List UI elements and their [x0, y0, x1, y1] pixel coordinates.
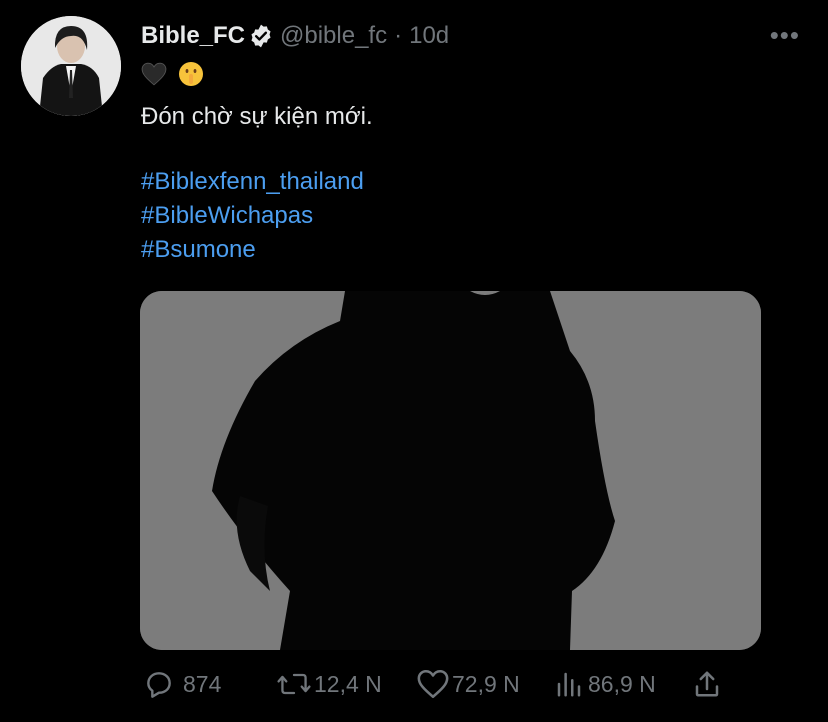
tweet-header: Bible_FC @bible_fc · 10d	[141, 18, 449, 54]
like-count: 72,9 N	[452, 670, 520, 697]
retweet-icon	[276, 668, 312, 700]
emoji-row: 🖤 🤫	[141, 60, 205, 88]
author-handle[interactable]: @bible_fc	[280, 22, 387, 50]
like-icon	[416, 668, 450, 700]
avatar[interactable]	[21, 16, 121, 116]
share-button[interactable]	[692, 668, 722, 700]
reply-icon	[143, 668, 175, 700]
shushing-face-icon	[179, 62, 203, 86]
retweet-button[interactable]: 12,4 N	[276, 668, 382, 700]
verified-badge-icon	[248, 23, 274, 49]
reply-button[interactable]: 874	[143, 668, 221, 700]
silhouette-image	[140, 291, 761, 650]
tweet-media-image[interactable]	[140, 291, 761, 650]
share-icon	[692, 668, 722, 700]
views-icon	[554, 668, 584, 700]
hashtag-link[interactable]: #Bsumone	[141, 233, 364, 267]
hashtag-link[interactable]: #BibleWichapas	[141, 199, 364, 233]
hashtag-list: #Biblexfenn_thailand #BibleWichapas #Bsu…	[141, 165, 364, 267]
views-button[interactable]: 86,9 N	[554, 668, 656, 700]
tweet-time[interactable]: 10d	[409, 22, 449, 50]
like-button[interactable]: 72,9 N	[416, 668, 520, 700]
reply-count: 874	[183, 670, 222, 697]
avatar-image	[21, 16, 121, 116]
tweet-text: Đón chờ sự kiện mới.	[141, 103, 373, 130]
action-bar: 874 12,4 N 72,9 N 86,9 N	[0, 660, 828, 710]
hashtag-link[interactable]: #Biblexfenn_thailand	[141, 165, 364, 199]
separator-dot: ·	[394, 22, 403, 49]
retweet-count: 12,4 N	[314, 670, 382, 697]
author-name[interactable]: Bible_FC	[141, 22, 245, 50]
more-icon[interactable]: •••	[770, 20, 800, 51]
black-heart-icon	[141, 62, 167, 86]
views-count: 86,9 N	[588, 670, 656, 697]
